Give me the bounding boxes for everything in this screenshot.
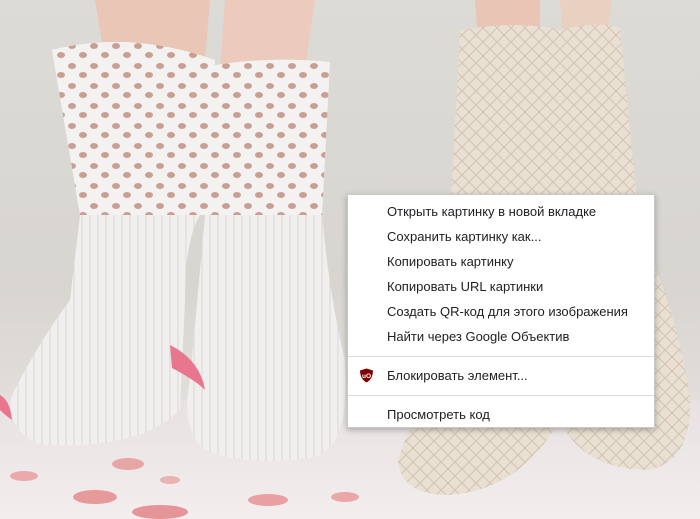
menu-item-inspect[interactable]: Просмотреть код	[348, 402, 654, 427]
menu-separator	[348, 395, 654, 396]
menu-item-label: Копировать картинку	[387, 254, 514, 269]
menu-item-label: Сохранить картинку как...	[387, 229, 542, 244]
menu-item-copy-image[interactable]: Копировать картинку	[348, 249, 654, 274]
context-menu: Открыть картинку в новой вкладке Сохрани…	[347, 194, 655, 428]
menu-item-label: Копировать URL картинки	[387, 279, 544, 294]
menu-item-open-image-new-tab[interactable]: Открыть картинку в новой вкладке	[348, 199, 654, 224]
menu-item-copy-image-url[interactable]: Копировать URL картинки	[348, 274, 654, 299]
menu-item-label: Просмотреть код	[387, 407, 490, 422]
ublock-origin-icon: uO	[360, 368, 373, 383]
menu-item-label: Найти через Google Объектив	[387, 329, 570, 344]
menu-item-label: Блокировать элемент...	[387, 368, 528, 383]
menu-item-save-image-as[interactable]: Сохранить картинку как...	[348, 224, 654, 249]
menu-item-create-qr-code[interactable]: Создать QR-код для этого изображения	[348, 299, 654, 324]
menu-item-search-google-lens[interactable]: Найти через Google Объектив	[348, 324, 654, 349]
menu-item-block-element[interactable]: uO Блокировать элемент...	[348, 363, 654, 388]
menu-item-label: Создать QR-код для этого изображения	[387, 304, 628, 319]
menu-separator	[348, 356, 654, 357]
menu-item-label: Открыть картинку в новой вкладке	[387, 204, 597, 219]
svg-text:uO: uO	[362, 373, 371, 380]
